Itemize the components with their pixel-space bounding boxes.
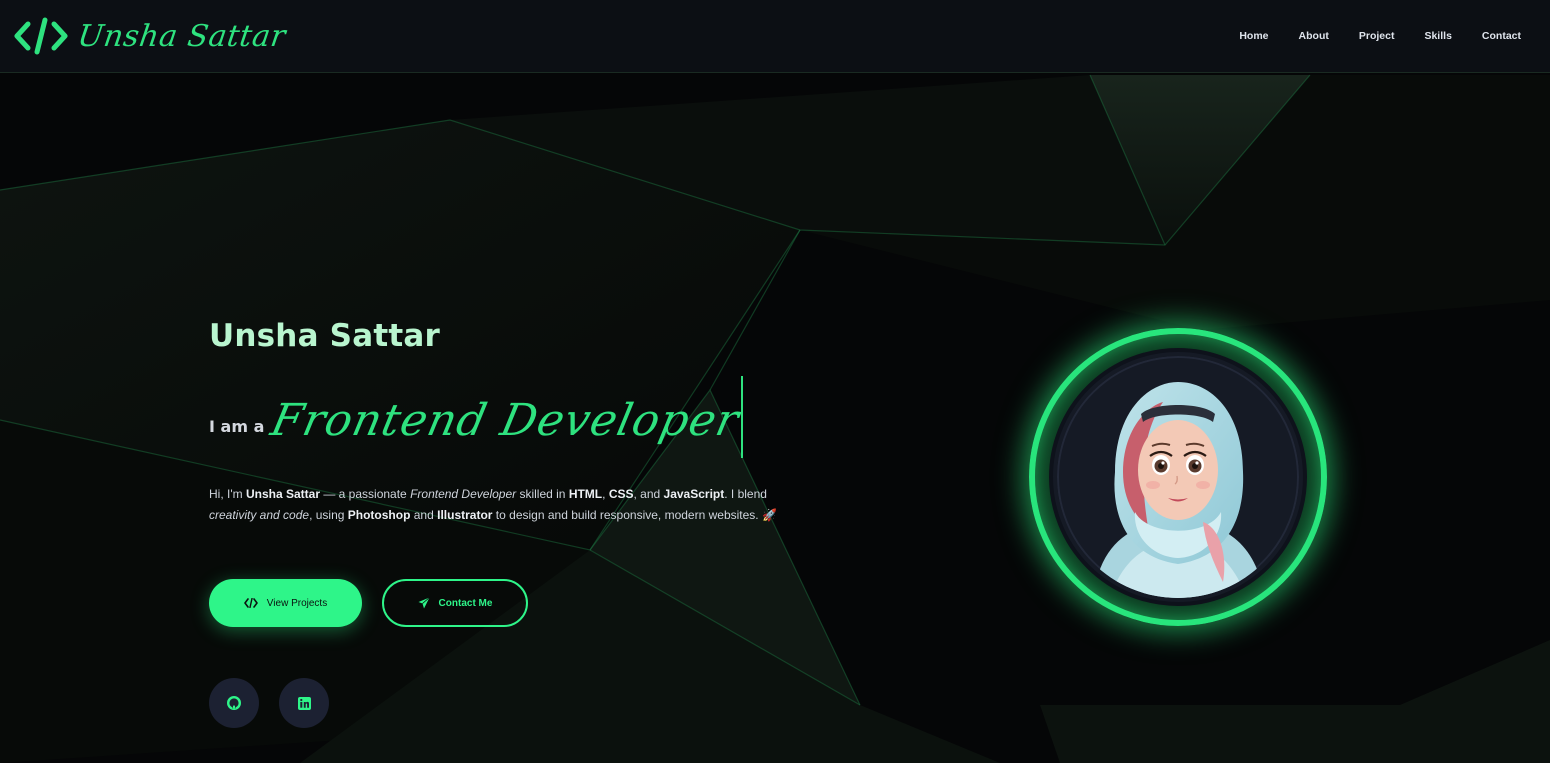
hero-section: Unsha Sattar I am a Frontend Developer H… — [209, 318, 829, 526]
role-line: I am a Frontend Developer — [209, 374, 829, 458]
bio-role: Frontend Developer — [410, 487, 517, 501]
bio-skill-html: HTML — [568, 487, 603, 501]
bio-text: , — [602, 487, 609, 501]
bio-skill-css: CSS — [608, 487, 634, 501]
portfolio-page: Unsha Sattar Home About Project Skills C… — [0, 0, 1550, 763]
code-brackets-icon — [14, 17, 68, 55]
bio-tool-photoshop: Photoshop — [347, 508, 411, 522]
site-header: Unsha Sattar Home About Project Skills C… — [0, 0, 1550, 73]
bio-text: — a passionate — [320, 487, 411, 501]
contact-me-label: Contact Me — [438, 597, 493, 609]
linkedin-icon — [297, 696, 311, 710]
bio-skill-js: JavaScript — [663, 487, 725, 501]
avatar-illustration — [1057, 356, 1299, 598]
bio-text: Hi, I'm — [209, 487, 246, 501]
bio-text: , and — [633, 487, 664, 501]
typing-caret — [740, 376, 743, 458]
profile-avatar — [1029, 328, 1327, 626]
nav-contact[interactable]: Contact — [1482, 30, 1521, 42]
role-prefix: I am a — [209, 417, 265, 436]
bio-name: Unsha Sattar — [245, 487, 320, 501]
bio-text: . I blend — [724, 487, 767, 501]
nav-about[interactable]: About — [1299, 30, 1329, 42]
role-typed-text: Frontend Developer — [266, 395, 745, 446]
nav-project[interactable]: Project — [1359, 30, 1395, 42]
brand-name: Unsha Sattar — [75, 18, 288, 54]
hero-name: Unsha Sattar — [209, 318, 440, 354]
bio-tool-illustrator: Illustrator — [437, 508, 493, 522]
linkedin-link[interactable] — [279, 678, 329, 728]
social-links — [209, 678, 329, 728]
nav-home[interactable]: Home — [1239, 30, 1268, 42]
view-projects-label: View Projects — [266, 597, 328, 609]
nav-skills[interactable]: Skills — [1424, 30, 1451, 42]
bio-creativity: creativity and code — [209, 508, 310, 522]
hero-bio: Hi, I'm Unsha Sattar — a passionate Fron… — [209, 484, 809, 526]
main-nav: Home About Project Skills Contact — [1209, 30, 1521, 42]
site-logo[interactable]: Unsha Sattar — [14, 16, 288, 56]
bio-text: and — [410, 508, 438, 522]
github-link[interactable] — [209, 678, 259, 728]
bio-text: skilled in — [516, 487, 569, 501]
bio-text: to design and build responsive, modern w… — [492, 508, 777, 522]
view-projects-button[interactable]: View Projects — [209, 579, 362, 627]
paper-plane-icon — [418, 597, 430, 609]
github-icon — [227, 696, 241, 710]
bio-text: , using — [309, 508, 348, 522]
code-icon — [243, 598, 258, 608]
contact-me-button[interactable]: Contact Me — [382, 579, 528, 627]
hero-buttons: View Projects Contact Me — [209, 579, 528, 627]
avatar-frame — [1049, 348, 1307, 606]
